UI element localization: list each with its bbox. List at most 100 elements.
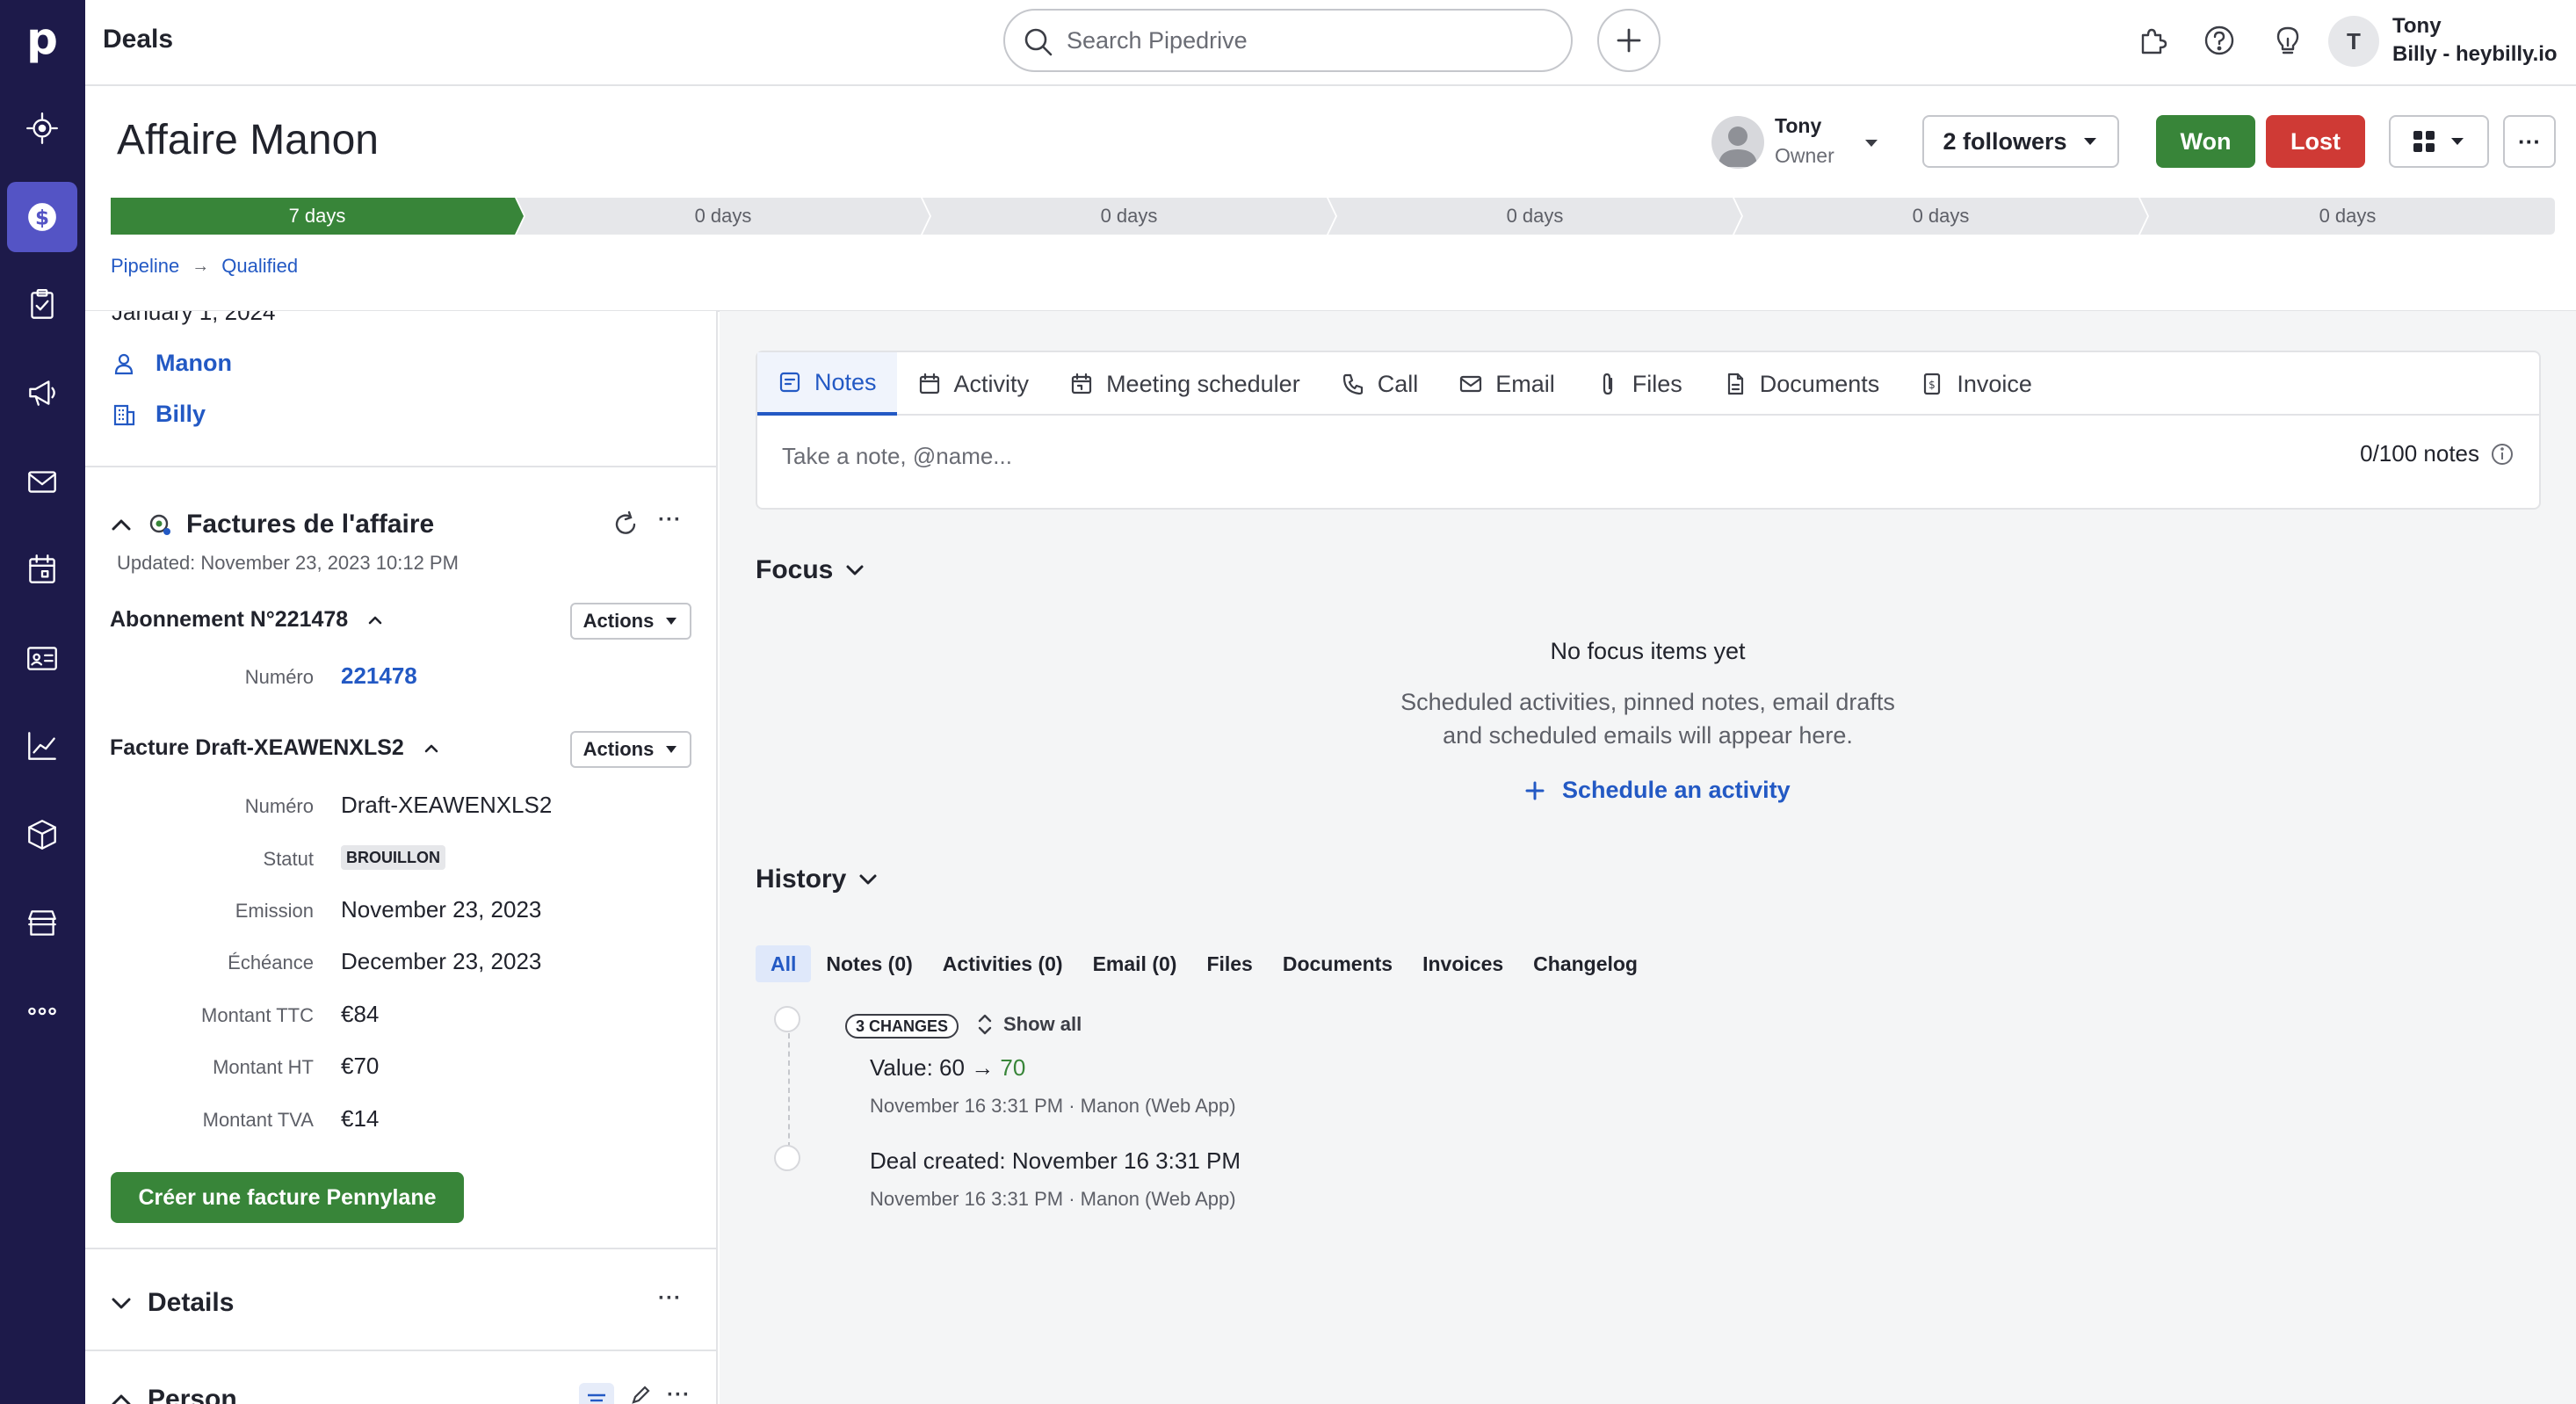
chevron-up-icon[interactable] (109, 1387, 134, 1404)
search-box[interactable] (1003, 9, 1573, 72)
invoices-more-button[interactable]: ··· (658, 508, 682, 532)
pipedrive-logo[interactable]: p (19, 16, 65, 62)
tasks-icon[interactable] (7, 270, 77, 340)
chevron-up-icon[interactable] (109, 512, 134, 537)
draft-invoice-header[interactable]: Facture Draft-XEAWENXLS2 (110, 735, 441, 761)
focus-title: Focus (756, 555, 834, 584)
schedule-activity-link[interactable]: Schedule an activity (1523, 777, 1791, 804)
tab-files[interactable]: Files (1575, 352, 1703, 416)
deals-icon[interactable]: $ (7, 182, 77, 252)
invoices-section-title: Factures de l'affaire (186, 510, 435, 539)
extensions-icon[interactable] (2131, 19, 2173, 62)
info-icon[interactable] (2490, 442, 2514, 467)
help-icon[interactable] (2198, 19, 2240, 62)
lightbulb-icon[interactable] (2267, 19, 2309, 62)
tab-label: Email (1495, 370, 1555, 397)
create-invoice-button[interactable]: Créer une facture Pennylane (111, 1172, 464, 1223)
lost-button[interactable]: Lost (2266, 115, 2365, 168)
left-panel[interactable]: January 1, 2024 Manon Billy Factures de … (85, 311, 718, 1404)
tab-documents[interactable]: Documents (1703, 352, 1900, 416)
draft-invoice-actions-button[interactable]: Actions (570, 731, 691, 768)
tab-email[interactable]: Email (1438, 352, 1575, 416)
stage-label: 7 days (288, 205, 346, 227)
history-section-header[interactable]: History (756, 865, 879, 894)
subscription-number-link[interactable]: 221478 (341, 662, 417, 690)
more-icon[interactable] (7, 976, 77, 1046)
change-new-value: 70 (1000, 1054, 1026, 1081)
subscription-header[interactable]: Abonnement N°221478 (110, 607, 385, 633)
history-tab-all[interactable]: All (756, 945, 812, 982)
contacts-icon[interactable] (7, 623, 77, 693)
grid-icon (2413, 131, 2435, 152)
invoice-icon: $ (1924, 373, 1941, 395)
tab-call[interactable]: Call (1321, 352, 1439, 416)
history-tab-changelog[interactable]: Changelog (1518, 945, 1653, 982)
stage-2[interactable]: 0 days (517, 198, 930, 235)
history-tab-documents[interactable]: Documents (1268, 945, 1407, 982)
stage-4[interactable]: 0 days (1328, 198, 1741, 235)
stage-6[interactable]: 0 days (2140, 198, 2555, 235)
chevron-up-icon[interactable] (422, 739, 441, 758)
add-button[interactable] (1597, 9, 1661, 72)
owner-avatar[interactable] (1711, 116, 1764, 169)
tab-meeting-scheduler[interactable]: Meeting scheduler (1049, 352, 1321, 416)
stage-5[interactable]: 0 days (1734, 198, 2147, 235)
followers-label: 2 followers (1943, 127, 2067, 155)
user-name[interactable]: Tony (2392, 14, 2442, 39)
stage-label: 0 days (1912, 205, 1970, 227)
chevron-up-icon[interactable] (365, 611, 385, 630)
insights-icon[interactable] (7, 711, 77, 781)
history-tab-notes[interactable]: Notes (0) (811, 945, 927, 982)
person-section-header[interactable]: Person (109, 1385, 237, 1404)
show-all-button[interactable]: Show all (975, 1013, 1082, 1036)
history-tab-files[interactable]: Files (1191, 945, 1267, 982)
chevron-down-icon (2451, 138, 2464, 145)
history-tab-email[interactable]: Email (0) (1078, 945, 1192, 982)
mail-icon[interactable] (7, 446, 77, 517)
products-icon[interactable] (7, 800, 77, 870)
more-actions-button[interactable]: ··· (2503, 115, 2556, 168)
pencil-icon[interactable] (628, 1383, 653, 1404)
main-content[interactable]: Notes Activity Meeting scheduler Call Em… (720, 311, 2576, 1404)
chevron-down-icon[interactable] (109, 1291, 134, 1315)
history-tab-activities[interactable]: Activities (0) (928, 945, 1078, 982)
subscription-actions-button[interactable]: Actions (570, 603, 691, 640)
owner-name: Tony (1775, 114, 1822, 137)
stage-1[interactable]: 7 days (111, 198, 524, 235)
campaigns-icon[interactable] (7, 358, 77, 428)
details-section-header[interactable]: Details (109, 1288, 234, 1318)
leads-icon[interactable] (7, 93, 77, 163)
user-avatar[interactable]: T (2328, 16, 2379, 67)
details-more-button[interactable]: ··· (658, 1286, 682, 1311)
breadcrumb-stage[interactable]: Qualified (221, 255, 298, 278)
calendar-icon[interactable] (7, 534, 77, 604)
tab-activity[interactable]: Activity (897, 352, 1050, 416)
tab-label: Activity (953, 370, 1030, 397)
person-more-button[interactable]: ··· (667, 1383, 691, 1404)
stage-3[interactable]: 0 days (923, 198, 1335, 235)
marketplace-icon[interactable] (7, 887, 77, 958)
focus-section-header[interactable]: Focus (756, 555, 866, 585)
history-tab-invoices[interactable]: Invoices (1407, 945, 1518, 982)
owner-dropdown-icon[interactable] (1861, 136, 1882, 150)
deal-title[interactable]: Affaire Manon (117, 116, 379, 164)
tab-notes[interactable]: Notes (757, 352, 897, 416)
won-button[interactable]: Won (2156, 115, 2255, 168)
followers-button[interactable]: 2 followers (1922, 115, 2119, 168)
details-section-title: Details (148, 1288, 235, 1317)
filter-icon[interactable] (579, 1383, 614, 1404)
tab-label: Invoice (1957, 370, 2032, 397)
user-company[interactable]: Billy - heybilly.io (2392, 42, 2558, 67)
paperclip-icon (1603, 373, 1612, 395)
organization-link[interactable]: Billy (156, 401, 206, 428)
note-composer: Notes Activity Meeting scheduler Call Em… (756, 351, 2541, 510)
refresh-icon[interactable] (611, 510, 640, 539)
view-switcher-button[interactable] (2389, 115, 2489, 168)
search-input[interactable] (1067, 23, 1559, 58)
breadcrumb-pipeline[interactable]: Pipeline (111, 255, 179, 278)
invoices-section-header[interactable]: Factures de l'affaire (109, 510, 434, 539)
note-input[interactable] (782, 438, 2188, 474)
person-link[interactable]: Manon (156, 350, 232, 377)
tab-invoice[interactable]: $ Invoice (1899, 352, 2052, 416)
schedule-activity-label: Schedule an activity (1562, 777, 1791, 803)
